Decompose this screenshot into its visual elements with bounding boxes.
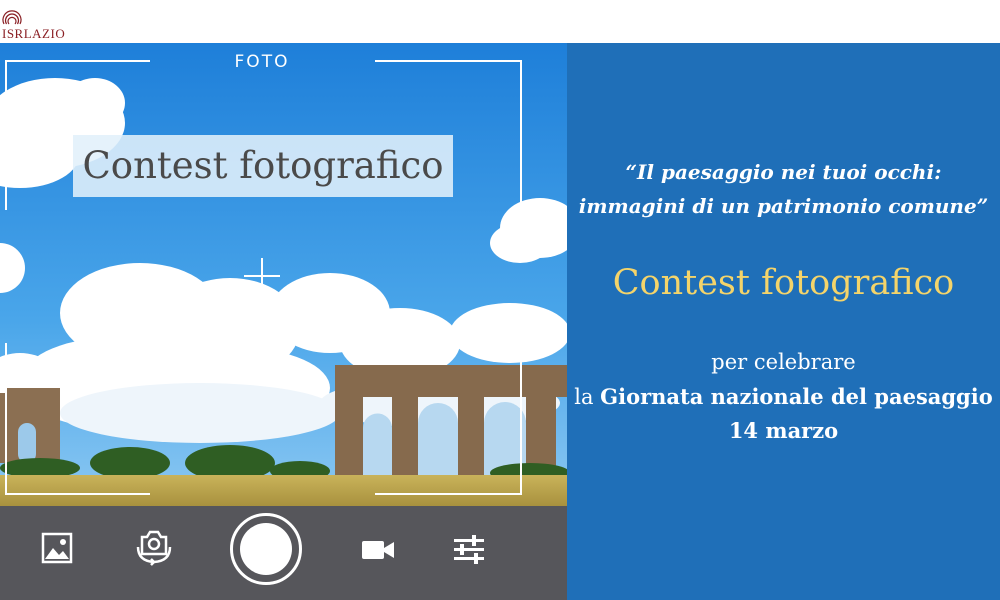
top-bar: ISRLAZIO	[0, 0, 1000, 43]
logo: ISRLAZIO	[0, 2, 80, 42]
video-camera-icon[interactable]	[360, 537, 396, 563]
date-line: 14 marzo	[728, 418, 839, 443]
shutter-button[interactable]	[230, 513, 302, 585]
quote-line-2: immagini di un patrimonio comune”	[578, 194, 989, 218]
giornata-name: Giornata nazionale del paesaggio	[600, 384, 993, 409]
frame-bottom-right	[375, 493, 522, 495]
overlay-title-box: Contest fotografico	[73, 135, 453, 197]
frame-top-right	[375, 60, 522, 62]
frame-bottom-left	[5, 493, 150, 495]
quote-line-1: “Il paesaggio nei tuoi occhi:	[625, 160, 942, 184]
logo-text: ISRLAZIO	[2, 26, 66, 41]
giornata-line: la Giornata nazionale del paesaggio	[567, 384, 1000, 409]
focus-crosshair-icon-vertical	[261, 258, 263, 294]
celebrate-line: per celebrare	[711, 350, 856, 374]
camera-switch-icon[interactable]	[132, 527, 176, 567]
frame-top-left	[5, 60, 150, 62]
frame-left-bottom	[5, 343, 7, 495]
info-panel	[567, 43, 1000, 600]
panel-title: Contest fotografico	[612, 263, 955, 303]
sliders-icon[interactable]	[452, 534, 486, 566]
landscape-photo	[0, 43, 567, 506]
camera-viewfinder	[0, 43, 567, 506]
frame-left-top	[5, 60, 7, 210]
mode-label[interactable]: FOTO	[230, 52, 294, 72]
shutter-inner	[240, 523, 292, 575]
giornata-prefix: la	[574, 385, 601, 409]
overlay-title: Contest fotografico	[82, 144, 444, 187]
frame-right-top	[520, 60, 522, 210]
frame-right-bottom	[520, 343, 522, 495]
image-icon[interactable]	[41, 532, 73, 564]
contest-quote: “Il paesaggio nei tuoi occhi: immagini d…	[567, 155, 1000, 223]
